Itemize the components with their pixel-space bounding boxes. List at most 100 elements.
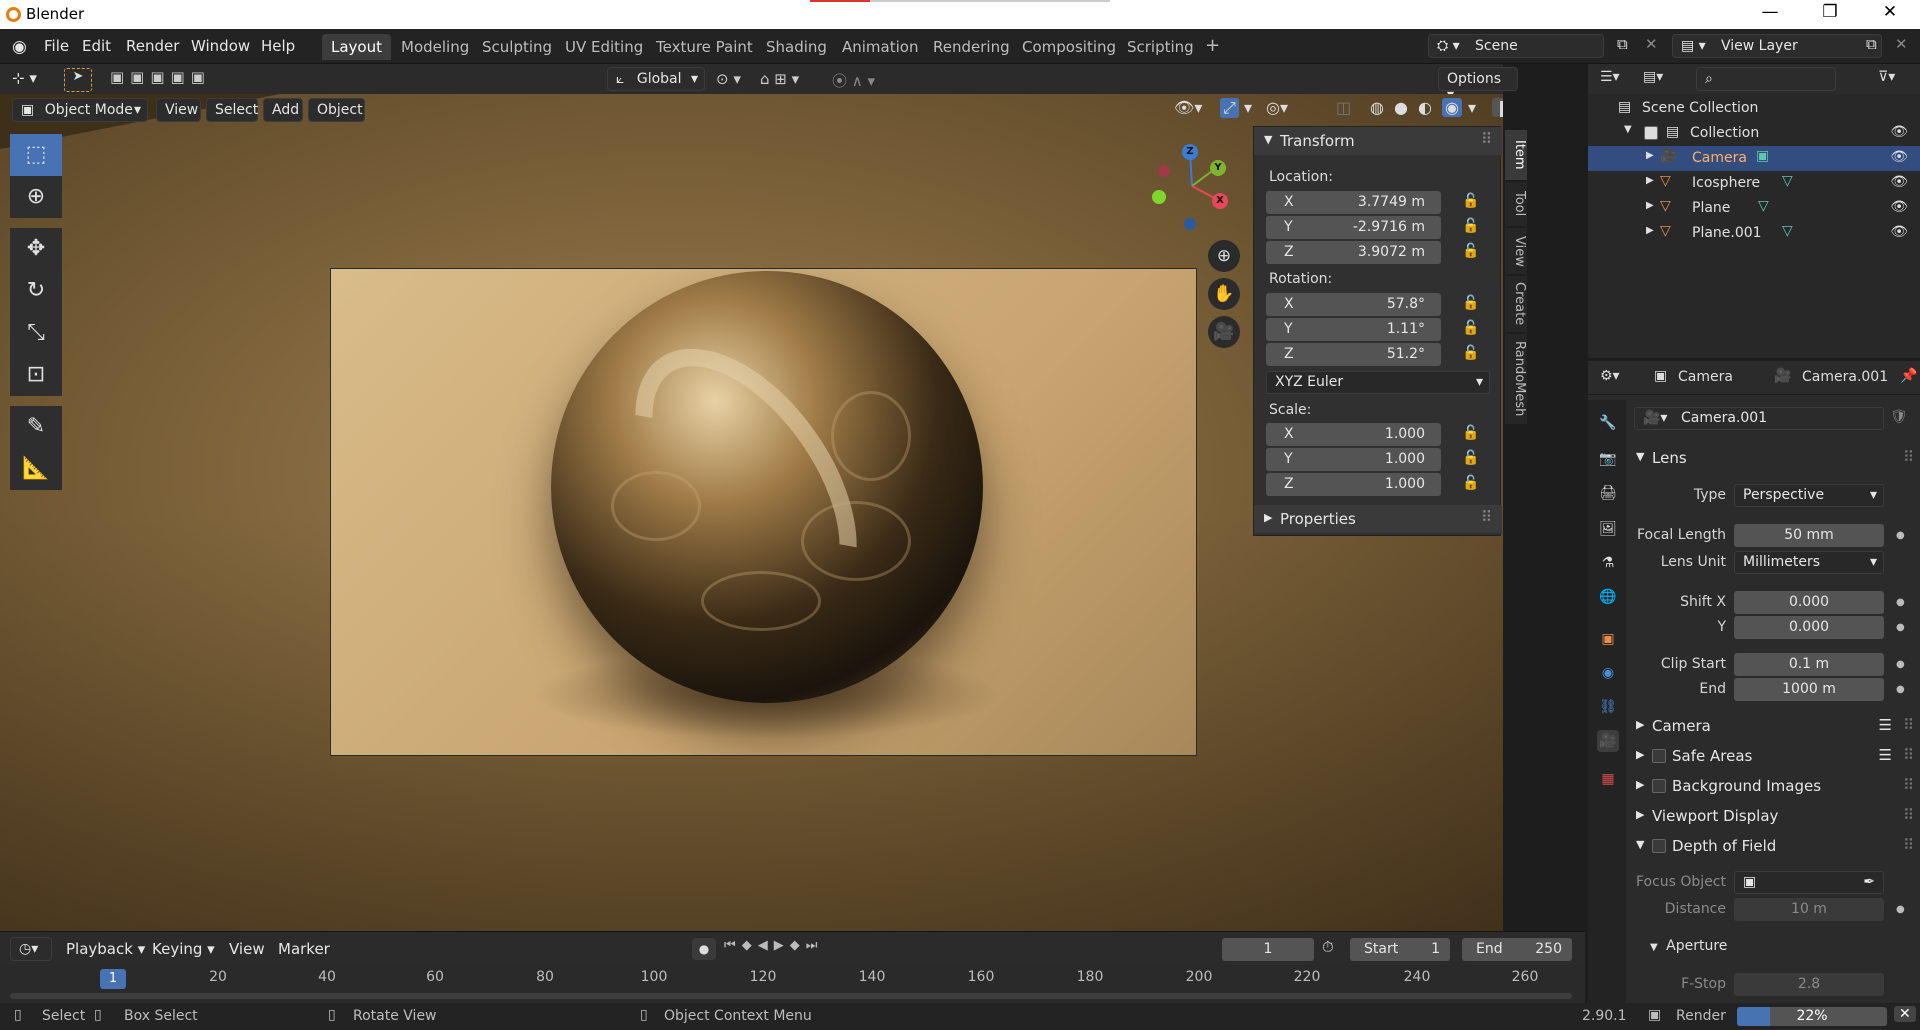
outliner-search-input[interactable]: ⌕: [1696, 67, 1836, 91]
gizmo-toggle-icon[interactable]: ⤢: [1220, 98, 1239, 118]
presets-icon[interactable]: ☰: [1879, 716, 1892, 734]
rotation-y-field[interactable]: Y 1.11°: [1266, 318, 1441, 341]
pivot-point-icon[interactable]: ⊙ ▾: [716, 70, 741, 88]
keying-menu[interactable]: Keying ▾: [152, 940, 215, 958]
drag-handle-icon[interactable]: ⠿: [1903, 448, 1914, 466]
world-tab-icon[interactable]: 🌐: [1597, 586, 1619, 608]
menu-render[interactable]: Render: [126, 37, 179, 55]
timeline-ruler[interactable]: 1 20 40 60 80 100 120 140 160 180 200 22…: [0, 965, 1585, 1003]
location-x-field[interactable]: X 3.7749 m: [1266, 191, 1441, 214]
tool-tab-icon[interactable]: 🔧: [1597, 412, 1619, 434]
preview-range-icon[interactable]: ⏱: [1322, 938, 1334, 956]
object-tab-icon[interactable]: ▣: [1597, 628, 1619, 650]
add-workspace-icon[interactable]: +: [1196, 34, 1229, 60]
tab-uv-editing[interactable]: UV Editing: [556, 34, 652, 60]
outliner-object-plane-001[interactable]: ▶ ▽ Plane.001 ▽ 👁: [1588, 221, 1920, 246]
output-tab-icon[interactable]: 🖨: [1597, 482, 1619, 504]
lock-icon[interactable]: 🔓: [1462, 450, 1479, 466]
focal-length-field[interactable]: 50 mm: [1734, 524, 1884, 547]
tab-modeling[interactable]: Modeling: [392, 34, 478, 60]
safe-areas-section-header[interactable]: ▶ Safe Areas ☰ ⠿: [1632, 742, 1918, 770]
navigation-gizmo[interactable]: Z Y X: [1148, 142, 1238, 232]
timeline-scrollbar[interactable]: [10, 993, 1572, 999]
gizmo-dropdown-icon[interactable]: ▾: [1244, 98, 1252, 117]
timeline-view-menu[interactable]: View: [229, 940, 265, 958]
focus-object-field[interactable]: ▣ ✒: [1734, 871, 1884, 894]
lock-icon[interactable]: 🔓: [1462, 475, 1479, 491]
playback-menu[interactable]: Playback ▾: [66, 940, 145, 958]
keyframe-dot-icon[interactable]: ●: [1896, 684, 1905, 695]
lock-icon[interactable]: 🔓: [1462, 243, 1479, 259]
transform-orientation-dropdown[interactable]: ⟀ Global ▾: [607, 67, 705, 91]
gizmo-x-axis[interactable]: X: [1212, 193, 1228, 209]
select-tool-icon[interactable]: ➤: [64, 68, 92, 92]
safe-areas-checkbox[interactable]: [1652, 749, 1666, 763]
start-frame-field[interactable]: Start 1: [1350, 938, 1450, 961]
gizmo-neg-z[interactable]: [1184, 218, 1196, 230]
presets-icon[interactable]: ☰: [1879, 746, 1892, 764]
minimize-icon[interactable]: —: [1756, 2, 1784, 22]
background-images-checkbox[interactable]: [1652, 779, 1666, 793]
shading-dropdown-icon[interactable]: ▾: [1468, 98, 1476, 117]
material-shading-icon[interactable]: ◐: [1418, 98, 1432, 117]
tab-compositing[interactable]: Compositing: [1013, 34, 1125, 60]
keyframe-dot-icon[interactable]: ●: [1896, 597, 1905, 608]
select-box-tool-icon[interactable]: ⬚: [10, 134, 62, 176]
annotate-tool-icon[interactable]: ✎: [10, 406, 62, 448]
keyframe-dot-icon[interactable]: ●: [1896, 659, 1905, 670]
visibility-eye-icon[interactable]: 👁: [1890, 174, 1908, 190]
sidebar-tab-view[interactable]: View: [1505, 228, 1527, 274]
editor-type-icon[interactable]: ⊹ ▾: [12, 69, 37, 87]
render-tab-icon[interactable]: 📷: [1597, 448, 1619, 470]
expand-arrow-icon[interactable]: ▶: [1646, 225, 1654, 236]
drag-handle-icon[interactable]: ⠿: [1903, 716, 1914, 734]
xray-icon[interactable]: ◫: [1336, 98, 1351, 117]
zoom-icon[interactable]: ⊕: [1208, 240, 1240, 272]
expand-arrow-icon[interactable]: ▶: [1646, 200, 1654, 211]
sidebar-tab-tool[interactable]: Tool: [1505, 182, 1527, 226]
timeline-editor-type-icon[interactable]: ◷▾: [10, 937, 52, 961]
shift-y-field[interactable]: 0.000: [1734, 616, 1884, 639]
filter-icon[interactable]: ⊽▾: [1878, 69, 1895, 85]
menu-window[interactable]: Window: [191, 37, 250, 55]
background-images-section-header[interactable]: ▶ Background Images ⠿: [1632, 772, 1918, 800]
snap-icon[interactable]: ⌂ ⊞ ▾: [760, 70, 799, 88]
drag-handle-icon[interactable]: ⠿: [1903, 776, 1914, 794]
scale-tool-icon[interactable]: ⤡: [10, 312, 62, 354]
drag-handle-icon[interactable]: ⠿: [1903, 836, 1914, 854]
visibility-eye-icon[interactable]: 👁: [1890, 199, 1908, 215]
fstop-field[interactable]: 2.8: [1734, 973, 1884, 996]
menu-help[interactable]: Help: [261, 37, 295, 55]
current-frame-field[interactable]: 1: [1222, 938, 1314, 961]
cursor-tool-icon[interactable]: ⊕: [10, 176, 62, 218]
tab-sculpting[interactable]: Sculpting: [473, 34, 561, 60]
transform-panel-header[interactable]: ▼ Transform ⠿: [1254, 127, 1502, 155]
pin-icon[interactable]: 📌: [1900, 368, 1917, 384]
lock-icon[interactable]: 🔓: [1462, 345, 1479, 361]
constraints-tab-icon[interactable]: ⛓: [1597, 696, 1619, 718]
view-menu[interactable]: View: [156, 98, 201, 122]
overlays-icon[interactable]: ◎▾: [1266, 98, 1288, 117]
camera-view-icon[interactable]: 🎥: [1208, 316, 1240, 348]
camera-data-tab-icon[interactable]: 🎥: [1597, 730, 1619, 752]
drag-handle-icon[interactable]: ⠿: [1903, 806, 1914, 824]
fake-user-shield-icon[interactable]: 🛡: [1890, 409, 1908, 425]
rotate-tool-icon[interactable]: ↻: [10, 270, 62, 312]
visibility-eye-icon[interactable]: 👁: [1890, 149, 1908, 165]
sidebar-tab-randomesh[interactable]: RandoMesh: [1505, 334, 1527, 424]
expand-arrow-icon[interactable]: ▶: [1646, 150, 1654, 161]
texture-tab-icon[interactable]: ▦: [1597, 768, 1619, 790]
cancel-render-icon[interactable]: ✕: [1894, 1006, 1916, 1022]
viewport-display-section-header[interactable]: ▶ Viewport Display ⠿: [1632, 802, 1918, 830]
rotation-mode-dropdown[interactable]: XYZ Euler ▾: [1266, 371, 1490, 394]
lock-icon[interactable]: 🔓: [1462, 218, 1479, 234]
add-menu[interactable]: Add: [263, 98, 303, 122]
select-menu[interactable]: Select: [206, 98, 258, 122]
camera-section-header[interactable]: ▶ Camera ☰ ⠿: [1632, 712, 1918, 740]
lock-icon[interactable]: 🔓: [1462, 425, 1479, 441]
scale-z-field[interactable]: Z 1.000: [1266, 473, 1441, 496]
delete-scene-icon[interactable]: ✕: [1645, 35, 1658, 53]
location-y-field[interactable]: Y -2.9716 m: [1266, 216, 1441, 239]
object-mode-dropdown[interactable]: ▣ Object Mode ▾: [12, 98, 148, 122]
camera-datablock-selector[interactable]: 🎥▾ Camera.001: [1634, 407, 1884, 430]
